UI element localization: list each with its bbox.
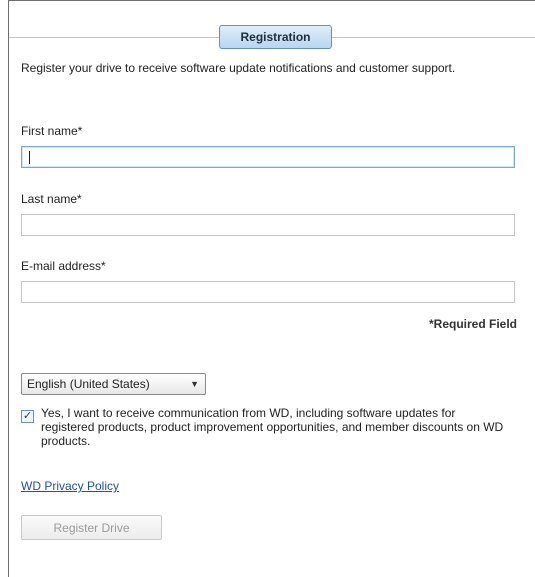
language-select[interactable]: English (United States) ▼ xyxy=(21,373,206,395)
chevron-down-icon: ▼ xyxy=(190,379,199,389)
checkmark-icon: ✓ xyxy=(22,410,33,422)
tab-registration[interactable]: Registration xyxy=(219,25,332,49)
privacy-policy-link[interactable]: WD Privacy Policy xyxy=(21,479,119,493)
register-drive-label: Register Drive xyxy=(53,520,130,535)
last-name-label: Last name* xyxy=(21,192,82,206)
tab-registration-label: Registration xyxy=(240,30,311,44)
last-name-field[interactable] xyxy=(21,214,515,236)
consent-text: Yes, I want to receive communication fro… xyxy=(41,406,504,448)
email-field[interactable] xyxy=(21,281,515,303)
language-select-value: English (United States) xyxy=(27,377,150,391)
intro-text: Register your drive to receive software … xyxy=(21,61,456,75)
first-name-field[interactable] xyxy=(21,146,515,168)
register-drive-button[interactable]: Register Drive xyxy=(21,515,162,540)
first-name-label: First name* xyxy=(21,124,83,138)
consent-checkbox[interactable]: ✓ xyxy=(21,410,34,423)
email-label: E-mail address* xyxy=(21,259,106,273)
registration-panel: Registration Register your drive to rece… xyxy=(8,0,535,577)
required-field-note: *Required Field xyxy=(428,317,517,331)
text-caret xyxy=(29,151,30,164)
